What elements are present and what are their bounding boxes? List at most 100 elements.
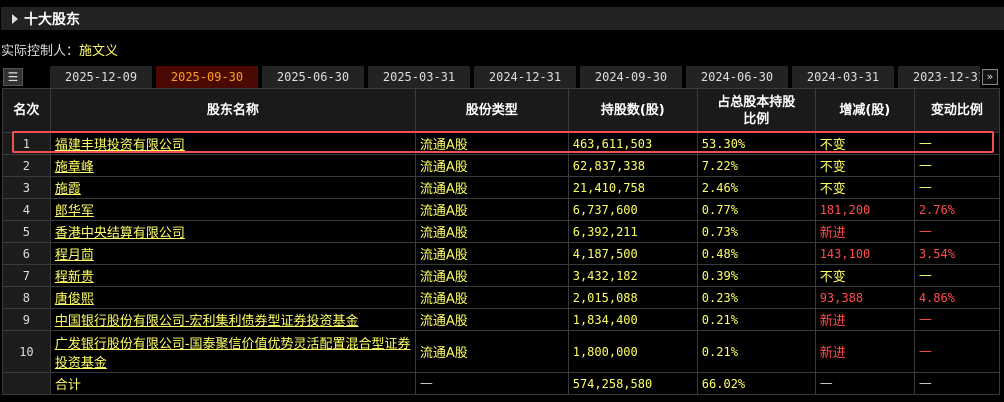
tab-2025-03-31[interactable]: 2025-03-31 — [368, 66, 470, 88]
shareholder-link[interactable]: 施霞 — [55, 182, 81, 197]
change-ratio-cell: 3.54% — [913, 242, 1001, 265]
total-pct: 66.02% — [696, 372, 816, 395]
change-ratio-cell: — — [913, 176, 1001, 199]
shareholder-link[interactable]: 程新贵 — [55, 270, 94, 285]
shares-held-cell: 6,392,211 — [567, 220, 698, 243]
tab-2024-09-30[interactable]: 2024-09-30 — [580, 66, 682, 88]
share-type-cell: 流通A股 — [414, 220, 569, 243]
shareholder-name-cell: 郎华军 — [49, 198, 416, 221]
expand-triangle-icon — [12, 13, 18, 24]
total-shares: 574,258,580 — [567, 372, 698, 395]
holding-ratio-cell: 0.21% — [696, 330, 816, 373]
total-ratio: — — [913, 372, 1001, 395]
change-ratio-cell: — — [913, 154, 1001, 177]
rank-cell: 8 — [2, 286, 51, 309]
shares-held-cell: 62,837,338 — [567, 154, 698, 177]
rank-cell: 6 — [2, 242, 51, 265]
shareholder-name-cell: 程新贵 — [49, 264, 416, 287]
tab-2025-09-30[interactable]: 2025-09-30 — [156, 66, 258, 88]
rank-cell: 9 — [2, 308, 51, 331]
rank-cell: 1 — [2, 132, 51, 155]
shareholder-link[interactable]: 香港中央结算有限公司 — [55, 226, 185, 241]
share-type-cell: 流通A股 — [414, 286, 569, 309]
table-row[interactable]: 7 程新贵 流通A股 3,432,182 0.39% 不变 — — [2, 264, 1001, 287]
share-type-cell: 流通A股 — [414, 264, 569, 287]
holding-ratio-cell: 2.46% — [696, 176, 816, 199]
controller-value: 施文义 — [79, 44, 119, 59]
change-shares-cell: 143,100 — [814, 242, 915, 265]
shareholder-name-cell: 广发银行股份有限公司-国泰聚信价值优势灵活配置混合型证券投资基金 — [49, 330, 416, 373]
change-ratio-cell: — — [913, 330, 1001, 373]
table-row[interactable]: 8 唐俊熙 流通A股 2,015,088 0.23% 93,388 4.86% — [2, 286, 1001, 309]
holding-ratio-cell: 0.23% — [696, 286, 816, 309]
rank-cell: 3 — [2, 176, 51, 199]
table-row[interactable]: 9 中国银行股份有限公司-宏利集利债券型证券投资基金 流通A股 1,834,400 0.… — [2, 308, 1001, 331]
header-change-ratio: 变动比例 — [913, 88, 1001, 133]
share-type-cell: 流通A股 — [414, 154, 569, 177]
table-row[interactable]: 4 郎华军 流通A股 6,737,600 0.77% 181,200 2.76% — [2, 198, 1001, 221]
total-type: — — [414, 372, 569, 395]
shareholder-link[interactable]: 广发银行股份有限公司-国泰聚信价值优势灵活配置混合型证券投资基金 — [55, 337, 411, 371]
table-row[interactable]: 2 施章峰 流通A股 62,837,338 7.22% 不变 — — [2, 154, 1001, 177]
table-row[interactable]: 1 福建丰琪投资有限公司 流通A股 463,611,503 53.30% 不变 — — [2, 132, 1001, 155]
controller-label: 实际控制人： — [1, 44, 80, 59]
shareholder-link[interactable]: 中国银行股份有限公司-宏利集利债券型证券投资基金 — [55, 314, 359, 329]
total-row: 合计 —574,258,580 66.02% — — — [2, 372, 1001, 395]
header-shareholder-name: 股东名称 — [49, 88, 416, 133]
shares-held-cell: 463,611,503 — [567, 132, 698, 155]
change-shares-cell: 新进 — [814, 330, 915, 373]
header-share-type: 股份类型 — [414, 88, 569, 133]
holding-ratio-cell: 0.39% — [696, 264, 816, 287]
shareholder-link[interactable]: 福建丰琪投资有限公司 — [55, 138, 185, 153]
holding-ratio-cell: 0.73% — [696, 220, 816, 243]
top-shareholders-table: 名次 股东名称 股份类型 持股数(股) 占总股本持股比例 增减(股) 变动比例 1 福建丰琪投… — [2, 88, 1001, 395]
list-menu-icon[interactable]: ☰ — [3, 68, 23, 86]
shareholder-link[interactable]: 郎华军 — [55, 204, 94, 219]
share-type-cell: 流通A股 — [414, 242, 569, 265]
holding-ratio-cell: 0.77% — [696, 198, 816, 221]
tab-2024-12-31[interactable]: 2024-12-31 — [474, 66, 576, 88]
change-shares-cell: 新进 — [814, 308, 915, 331]
tab-2024-06-30[interactable]: 2024-06-30 — [686, 66, 788, 88]
shareholder-name-cell: 施霞 — [49, 176, 416, 199]
next-tabs-button[interactable]: » — [982, 69, 998, 85]
header-holding-ratio: 占总股本持股比例 — [696, 88, 816, 133]
shares-held-cell: 1,800,000 — [567, 330, 698, 373]
tab-2024-03-31[interactable]: 2024-03-31 — [792, 66, 894, 88]
shares-held-cell: 3,432,182 — [567, 264, 698, 287]
header-rank: 名次 — [2, 88, 51, 133]
shares-held-cell: 1,834,400 — [567, 308, 698, 331]
section-header[interactable]: 十大股东 — [1, 7, 1004, 30]
shareholder-name-cell: 香港中央结算有限公司 — [49, 220, 416, 243]
table-row[interactable]: 10 广发银行股份有限公司-国泰聚信价值优势灵活配置混合型证券投资基金 流通A股 1,… — [2, 330, 1001, 373]
header-shares-held: 持股数(股) — [567, 88, 698, 133]
table-row[interactable]: 3 施霞 流通A股 21,410,758 2.46% 不变 — — [2, 176, 1001, 199]
change-shares-cell: 不变 — [814, 132, 915, 155]
shareholder-link[interactable]: 程月茴 — [55, 248, 94, 263]
shares-held-cell: 21,410,758 — [567, 176, 698, 199]
holding-ratio-cell: 0.21% — [696, 308, 816, 331]
section-title: 十大股东 — [24, 11, 80, 28]
rank-cell: 7 — [2, 264, 51, 287]
holding-ratio-cell: 53.30% — [696, 132, 816, 155]
shares-held-cell: 4,187,500 — [567, 242, 698, 265]
tab-2025-12-09[interactable]: 2025-12-09 — [50, 66, 152, 88]
share-type-cell: 流通A股 — [414, 176, 569, 199]
share-type-cell: 流通A股 — [414, 308, 569, 331]
change-shares-cell: 新进 — [814, 220, 915, 243]
actual-controller: 实际控制人：施文义 — [1, 40, 118, 59]
rank-cell: 5 — [2, 220, 51, 243]
rank-cell: 10 — [2, 330, 51, 373]
change-shares-cell: 不变 — [814, 154, 915, 177]
tab-2023-12-31[interactable]: 2023-12-31 — [898, 66, 980, 88]
shareholder-link[interactable]: 唐俊熙 — [55, 292, 94, 307]
holding-ratio-cell: 0.48% — [696, 242, 816, 265]
table-row[interactable]: 6 程月茴 流通A股 4,187,500 0.48% 143,100 3.54% — [2, 242, 1001, 265]
holding-ratio-cell: 7.22% — [696, 154, 816, 177]
shareholder-name-cell: 福建丰琪投资有限公司 — [49, 132, 416, 155]
shareholder-link[interactable]: 施章峰 — [55, 160, 94, 175]
table-row[interactable]: 5 香港中央结算有限公司 流通A股 6,392,211 0.73% 新进 — — [2, 220, 1001, 243]
tab-2025-06-30[interactable]: 2025-06-30 — [262, 66, 364, 88]
change-ratio-cell: — — [913, 220, 1001, 243]
share-type-cell: 流通A股 — [414, 198, 569, 221]
